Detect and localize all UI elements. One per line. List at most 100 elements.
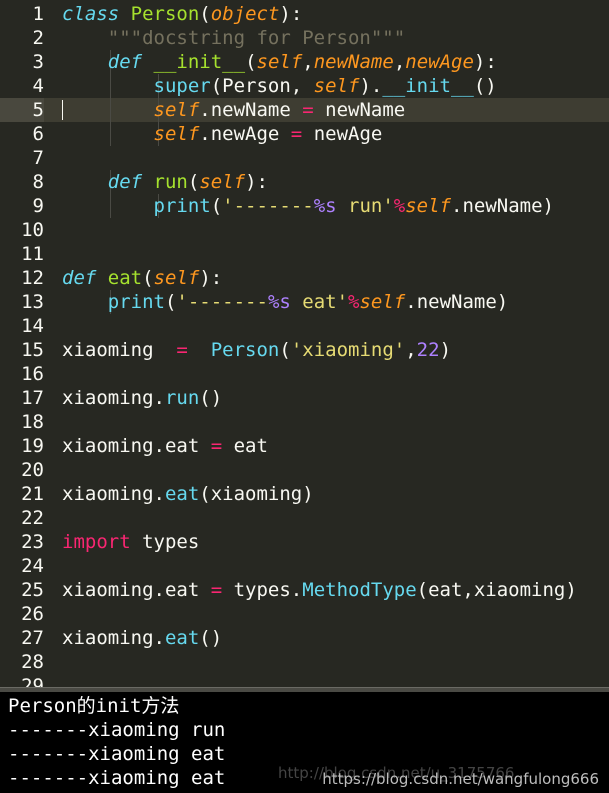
line-number: 10 xyxy=(21,219,44,241)
code-line[interactable]: 13 print('-------%s eat'%self.newName) xyxy=(0,290,609,314)
code-line[interactable]: 5 self.newName = newName xyxy=(0,98,609,122)
code-line[interactable]: 6 self.newAge = newAge xyxy=(0,122,609,146)
code-token: %s xyxy=(267,291,291,313)
line-number: 9 xyxy=(32,195,44,217)
code-text: xiaoming.eat = eat xyxy=(62,434,268,458)
line-number: 25 xyxy=(21,579,44,601)
code-token: self xyxy=(153,267,200,289)
line-number: 6 xyxy=(32,123,44,145)
line-number: 22 xyxy=(21,507,44,529)
code-line[interactable]: 4 super(Person, self).__init__() xyxy=(0,74,609,98)
line-number: 23 xyxy=(21,531,44,553)
code-token: xiaoming.eat xyxy=(62,579,211,601)
code-token: eat xyxy=(164,627,200,649)
code-line[interactable]: 15 xiaoming = Person('xiaoming',22) xyxy=(0,338,609,362)
code-editor[interactable]: 1 class Person(object): 2 """docstring for… xyxy=(0,0,609,687)
line-number: 15 xyxy=(21,339,44,361)
code-line[interactable]: 28 xyxy=(0,650,609,674)
code-line[interactable]: 9 print('-------%s run'%self.newName) xyxy=(0,194,609,218)
code-line[interactable]: 12 def eat(self): xyxy=(0,266,609,290)
code-token: , xyxy=(405,339,417,361)
code-token: object xyxy=(210,3,280,25)
line-number: 26 xyxy=(21,603,44,625)
code-token: newName xyxy=(313,99,406,121)
code-line[interactable]: 8 def run(self): xyxy=(0,170,609,194)
code-line[interactable]: 29 xyxy=(0,674,609,687)
code-token: () xyxy=(473,75,497,97)
code-line[interactable]: 18 xyxy=(0,410,609,434)
code-token: eat xyxy=(164,483,200,505)
code-line[interactable]: 1 class Person(object): xyxy=(0,2,609,26)
code-token: run' xyxy=(336,195,394,217)
code-token: Person xyxy=(210,339,280,361)
code-token: Person xyxy=(130,3,200,25)
code-text: xiaoming.run() xyxy=(62,386,222,410)
code-line[interactable]: 11 xyxy=(0,242,609,266)
code-token: ): xyxy=(245,171,268,193)
code-text: xiaoming = Person('xiaoming',22) xyxy=(62,338,451,362)
code-token: self xyxy=(405,195,451,217)
code-token: eat' xyxy=(290,291,349,313)
code-text: self.newName = newName xyxy=(62,98,406,122)
code-line[interactable]: 7 xyxy=(0,146,609,170)
code-token: self xyxy=(153,99,200,121)
code-token: types xyxy=(130,531,200,553)
code-line[interactable]: 27 xiaoming.eat() xyxy=(0,626,609,650)
code-token: def xyxy=(107,171,143,193)
code-line[interactable]: 21 xiaoming.eat(xiaoming) xyxy=(0,482,609,506)
code-line[interactable]: 20 xyxy=(0,458,609,482)
line-number: 3 xyxy=(32,51,44,73)
line-number: 11 xyxy=(21,243,44,265)
line-number: 16 xyxy=(21,363,44,385)
code-line[interactable]: 26 xyxy=(0,602,609,626)
code-text: xiaoming.eat(xiaoming) xyxy=(62,482,314,506)
code-token: xiaoming.eat xyxy=(62,435,211,457)
code-token: import xyxy=(62,531,131,553)
code-line[interactable]: 24 xyxy=(0,554,609,578)
code-token: def xyxy=(62,267,97,289)
code-token: = xyxy=(210,579,223,601)
code-text: def run(self): xyxy=(62,170,268,194)
code-token: .newName) xyxy=(405,291,509,313)
code-line[interactable]: 16 xyxy=(0,362,609,386)
line-number: 20 xyxy=(21,459,44,481)
code-token: , xyxy=(393,51,406,73)
code-text: self.newAge = newAge xyxy=(62,122,383,146)
line-number: 2 xyxy=(32,27,44,49)
code-text: print('-------%s run'%self.newName) xyxy=(62,194,554,218)
code-line[interactable]: 17 xiaoming.run() xyxy=(0,386,609,410)
code-line[interactable]: 2 """docstring for Person""" xyxy=(0,26,609,50)
code-token: self xyxy=(359,291,406,313)
code-line[interactable]: 19 xiaoming.eat = eat xyxy=(0,434,609,458)
text-cursor xyxy=(62,100,63,120)
code-line[interactable]: 10 xyxy=(0,218,609,242)
code-text: xiaoming.eat() xyxy=(62,626,222,650)
code-token: xiaoming. xyxy=(62,387,165,409)
code-token: newAge xyxy=(302,123,383,145)
line-number: 24 xyxy=(21,555,44,577)
code-token: .newAge xyxy=(199,123,291,145)
code-token: ( xyxy=(245,51,257,73)
line-number: 17 xyxy=(21,387,44,409)
code-line[interactable]: 22 xyxy=(0,506,609,530)
code-token: xiaoming. xyxy=(62,483,165,505)
code-text: def eat(self): xyxy=(62,266,222,290)
code-token: self xyxy=(199,171,246,193)
code-line[interactable]: 3 def __init__(self,newName,newAge): xyxy=(0,50,609,74)
code-token: () xyxy=(199,387,223,409)
code-token: % xyxy=(348,291,360,313)
line-number: 18 xyxy=(21,411,44,433)
code-line[interactable]: 14 xyxy=(0,314,609,338)
code-token: print xyxy=(153,195,211,217)
line-number: 8 xyxy=(32,171,44,193)
code-token: MethodType xyxy=(302,579,417,601)
code-line[interactable]: 25 xiaoming.eat = types.MethodType(eat,xi… xyxy=(0,578,609,602)
code-line[interactable]: 23 import types xyxy=(0,530,609,554)
